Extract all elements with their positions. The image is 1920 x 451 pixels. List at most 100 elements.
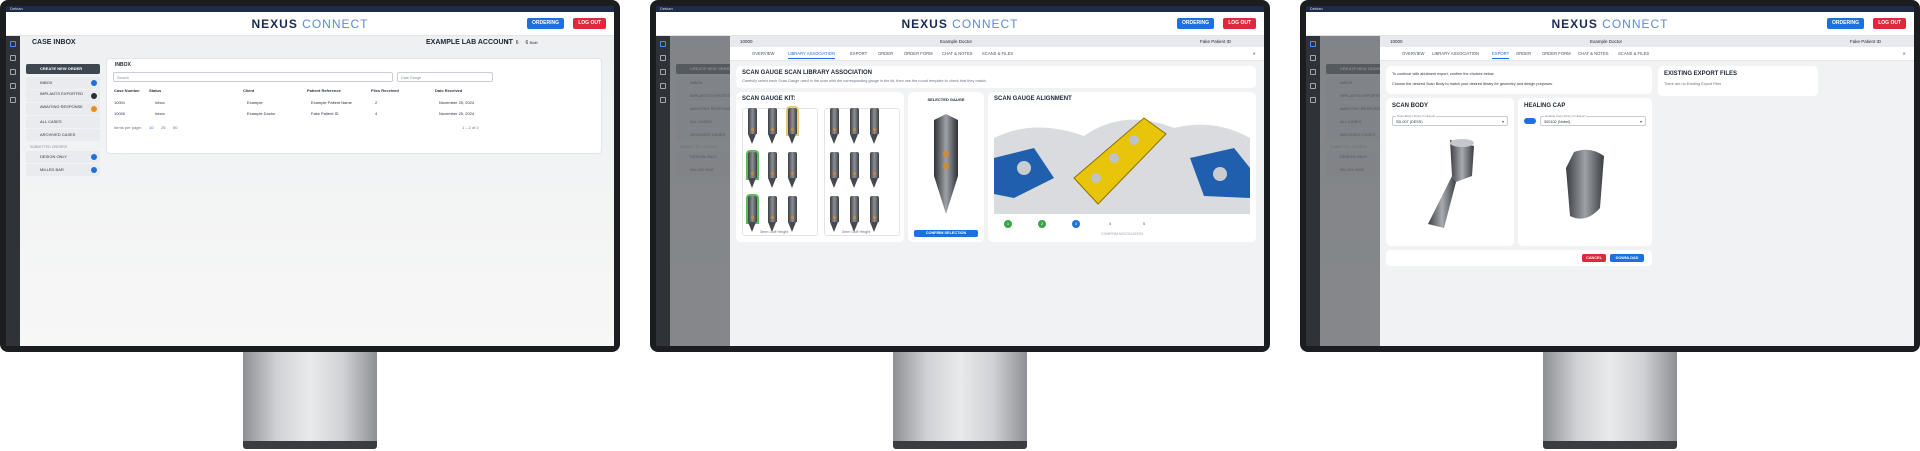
scan-gauge-option[interactable] xyxy=(748,196,757,234)
confirm-selection-button[interactable]: CONFIRM SELECTION xyxy=(914,230,978,237)
mail-icon[interactable] xyxy=(1310,83,1316,89)
scan-gauge-option[interactable] xyxy=(830,152,839,190)
scan-gauge-option[interactable] xyxy=(768,152,777,190)
tab-order-form[interactable]: ORDER FORM xyxy=(904,51,933,56)
close-icon[interactable]: ✕ xyxy=(1902,51,1906,56)
sidebar-item-milled-bar[interactable]: MILLED BAR xyxy=(26,164,100,176)
download-button[interactable]: DOWNLOAD xyxy=(1610,254,1644,262)
tab-library-association[interactable]: LIBRARY ASSOCIATION xyxy=(788,51,836,59)
sidebar-item-inbox[interactable]: INBOX xyxy=(26,77,100,89)
sidebar-item-awaiting-response[interactable]: AWAITING RESPONSE xyxy=(26,103,100,115)
alignment-step[interactable]: 2 xyxy=(1038,220,1046,228)
count-badge xyxy=(91,93,97,99)
tab-scans-files[interactable]: SCANS & FILES xyxy=(982,51,1013,56)
gear-icon[interactable] xyxy=(660,97,666,103)
ordering-button[interactable]: ORDERING xyxy=(1827,18,1864,29)
scan-gauge-option[interactable] xyxy=(870,196,879,234)
tab-order-form[interactable]: ORDER FORM xyxy=(1542,51,1571,56)
gear-icon[interactable] xyxy=(10,97,16,103)
tab-scans-files[interactable]: SCANS & FILES xyxy=(1618,51,1649,56)
export-intro: To continue with abutment export, confir… xyxy=(1392,72,1495,76)
scan-gauge-option[interactable] xyxy=(748,108,757,146)
page-size-option[interactable]: 25 xyxy=(161,125,165,130)
gear-icon[interactable] xyxy=(1310,97,1316,103)
doctor-name: Example Doctor xyxy=(1590,39,1623,44)
scan-gauge-option[interactable] xyxy=(788,108,797,146)
create-order-button[interactable]: CREATE NEW ORDER xyxy=(26,64,100,74)
scan-gauge-option[interactable] xyxy=(748,152,757,190)
top-bar: NEXUS CONNECT ORDERING LOG OUT xyxy=(1306,12,1914,36)
home-icon[interactable] xyxy=(10,41,16,47)
inbox-icon[interactable] xyxy=(1310,55,1316,61)
document-icon[interactable] xyxy=(660,69,666,75)
tab-chat-notes[interactable]: CHAT & NOTES xyxy=(942,51,973,56)
scan-body-select[interactable]: Scan Body Library for Export SD.007 (DESS… xyxy=(1392,114,1508,126)
cancel-button[interactable]: CANCEL xyxy=(1582,254,1606,262)
modal-header: 10000 Example Doctor Fake Patient ID xyxy=(730,36,1264,47)
date-range-input[interactable]: Date Range xyxy=(397,72,493,82)
page-size-option[interactable]: 50 xyxy=(173,125,177,130)
logout-button[interactable]: LOG OUT xyxy=(1873,18,1906,29)
logout-button[interactable]: LOG OUT xyxy=(573,18,606,29)
alignment-step[interactable]: 1 xyxy=(1004,220,1012,228)
alignment-step[interactable]: 3 xyxy=(1072,220,1080,228)
scan-gauge-option[interactable] xyxy=(870,152,879,190)
scan-gauge-option[interactable] xyxy=(850,152,859,190)
alignment-step[interactable]: 4 xyxy=(1106,220,1114,228)
scan-gauge-option[interactable] xyxy=(768,108,777,146)
home-icon[interactable] xyxy=(660,41,666,47)
alignment-step[interactable]: 5 xyxy=(1140,220,1148,228)
page-size-option[interactable]: 10 xyxy=(149,125,153,130)
modal-tabs: OVERVIEW LIBRARY ASSOCIATION EXPORT ORDE… xyxy=(730,47,1264,61)
logout-button[interactable]: LOG OUT xyxy=(1223,18,1256,29)
patient-id: Fake Patient ID xyxy=(1200,39,1232,44)
search-input[interactable]: Search xyxy=(113,72,393,82)
healing-cap-select[interactable]: Healing Cap Library for Export 300102 (No… xyxy=(1540,114,1646,126)
document-icon[interactable] xyxy=(1310,69,1316,75)
healing-cap-model[interactable] xyxy=(1560,148,1610,228)
page-range: 1 – 2 of 2 xyxy=(462,125,479,130)
case-number: 10000 xyxy=(740,39,753,44)
document-icon[interactable] xyxy=(10,69,16,75)
tab-order[interactable]: ORDER xyxy=(878,51,893,56)
scan-gauge-option[interactable] xyxy=(768,196,777,234)
export-actions: CANCEL DOWNLOAD xyxy=(1386,250,1652,266)
monitor-stand xyxy=(243,352,377,443)
tab-library-association[interactable]: LIBRARY ASSOCIATION xyxy=(1432,51,1479,56)
scan-gauge-option[interactable] xyxy=(830,108,839,146)
sidebar-item-design-only[interactable]: DESIGN ONLY xyxy=(26,151,100,163)
scan-gauge-option[interactable] xyxy=(788,196,797,234)
scan-alignment-viewer[interactable] xyxy=(994,108,1250,214)
home-icon[interactable] xyxy=(1310,41,1316,47)
scan-gauge-option[interactable] xyxy=(850,196,859,234)
account-counts: 6 6 6 Bluth xyxy=(506,40,538,46)
inbox-icon[interactable] xyxy=(10,55,16,61)
kit-right-label: 3mm Cuff Height xyxy=(842,230,871,234)
mail-icon[interactable] xyxy=(660,83,666,89)
monitor-base xyxy=(1543,441,1677,449)
screen-export: Debian NEXUS CONNECT ORDERING LOG OUT CR… xyxy=(1306,6,1914,346)
scan-gauge-option[interactable] xyxy=(870,108,879,146)
tab-overview[interactable]: OVERVIEW xyxy=(1402,51,1425,56)
tab-chat-notes[interactable]: CHAT & NOTES xyxy=(1578,51,1609,56)
healing-cap-toggle[interactable] xyxy=(1524,118,1536,124)
tab-overview[interactable]: OVERVIEW xyxy=(752,51,775,56)
tab-export[interactable]: EXPORT xyxy=(1492,51,1510,59)
selected-title: SELECTED GAUGE xyxy=(927,97,965,102)
scan-gauge-option[interactable] xyxy=(850,108,859,146)
mail-icon[interactable] xyxy=(10,83,16,89)
sidebar-item-archived-cases[interactable]: ARCHIVED CASES xyxy=(26,129,100,141)
inbox-icon[interactable] xyxy=(660,55,666,61)
scan-gauge-option[interactable] xyxy=(788,152,797,190)
healing-cap-title: HEALING CAP xyxy=(1524,103,1566,109)
ordering-button[interactable]: ORDERING xyxy=(527,18,564,29)
scan-body-model[interactable] xyxy=(1416,136,1486,240)
confirm-association-button[interactable]: CONFIRM ASSOCIATION xyxy=(988,232,1256,236)
scan-gauge-option[interactable] xyxy=(830,196,839,234)
close-icon[interactable]: ✕ xyxy=(1252,51,1256,56)
sidebar-item-implants-exported[interactable]: IMPLANTS EXPORTED xyxy=(26,90,100,102)
tab-order[interactable]: ORDER xyxy=(1516,51,1531,56)
ordering-button[interactable]: ORDERING xyxy=(1177,18,1214,29)
sidebar-item-all-cases[interactable]: ALL CASES xyxy=(26,116,100,128)
tab-export[interactable]: EXPORT xyxy=(850,51,867,56)
